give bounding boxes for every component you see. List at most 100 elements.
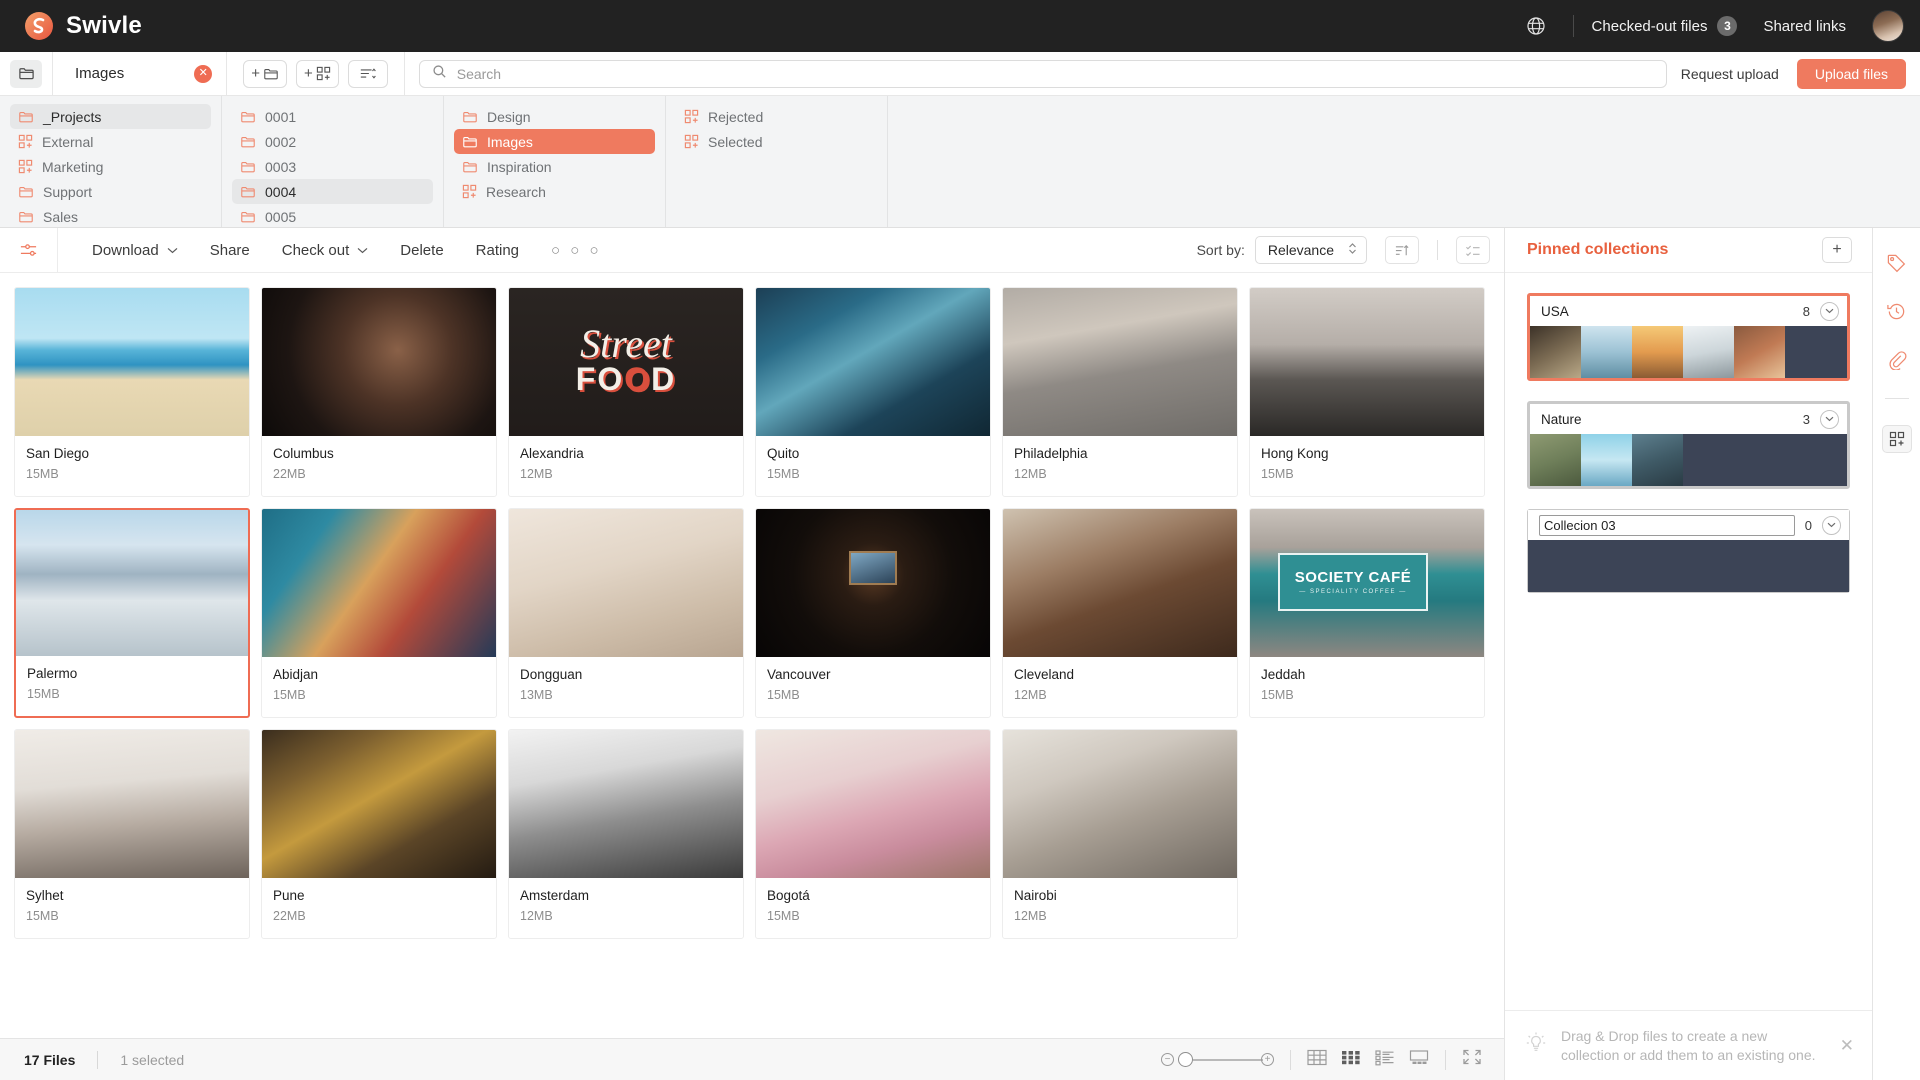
file-card[interactable]: Sylhet15MB bbox=[14, 729, 250, 939]
zoom-out-icon[interactable]: − bbox=[1161, 1053, 1174, 1066]
brand[interactable]: Swivle bbox=[24, 11, 142, 41]
tree-item-0005[interactable]: 0005 bbox=[232, 204, 433, 228]
search-input[interactable] bbox=[457, 66, 1654, 82]
collection-card[interactable]: Nature3 bbox=[1527, 401, 1850, 489]
file-card[interactable]: Philadelphia12MB bbox=[1002, 287, 1238, 497]
filter-icon[interactable] bbox=[0, 228, 58, 273]
upload-files-button[interactable]: Upload files bbox=[1797, 59, 1906, 89]
action-check-out[interactable]: Check out bbox=[266, 242, 385, 259]
tree-item-0004[interactable]: 0004 bbox=[232, 179, 433, 204]
fullscreen-icon[interactable] bbox=[1462, 1048, 1482, 1071]
tree-item-marketing[interactable]: Marketing bbox=[10, 154, 211, 179]
shared-links-link[interactable]: Shared links bbox=[1763, 18, 1846, 35]
file-card[interactable]: SOCIETY CAFÉ— SPECIALITY COFFEE —Jeddah1… bbox=[1249, 508, 1485, 718]
status-divider-2 bbox=[1445, 1050, 1446, 1070]
collection-card[interactable]: USA8 bbox=[1527, 293, 1850, 381]
collection-thumbnail bbox=[1632, 326, 1683, 378]
action-delete[interactable]: Delete bbox=[384, 242, 459, 259]
tree-item-rejected[interactable]: Rejected bbox=[676, 104, 877, 129]
collection-card[interactable]: 0 bbox=[1527, 509, 1850, 593]
file-meta: Pune22MB bbox=[262, 878, 496, 938]
zoom-slider-track[interactable] bbox=[1193, 1059, 1263, 1061]
tree-item-selected[interactable]: Selected bbox=[676, 129, 877, 154]
single-view-icon[interactable] bbox=[1409, 1049, 1429, 1071]
collection-name: USA bbox=[1541, 304, 1793, 319]
folder-panel-toggle[interactable] bbox=[10, 60, 42, 88]
file-card[interactable]: Dongguan13MB bbox=[508, 508, 744, 718]
file-title: Hong Kong bbox=[1261, 445, 1473, 463]
file-card[interactable]: Vancouver15MB bbox=[755, 508, 991, 718]
breadcrumb[interactable]: Images ✕ bbox=[53, 52, 226, 96]
file-grid-scroll[interactable]: San Diego15MBColumbus22MBStreetFOODAlexa… bbox=[0, 273, 1504, 1038]
file-title: Dongguan bbox=[520, 666, 732, 684]
tree-item-0003[interactable]: 0003 bbox=[232, 154, 433, 179]
collection-name-input[interactable] bbox=[1539, 515, 1795, 536]
file-card[interactable]: San Diego15MB bbox=[14, 287, 250, 497]
file-thumbnail bbox=[262, 288, 496, 436]
tree-item-projects[interactable]: _Projects bbox=[10, 104, 211, 129]
chevron-down-icon[interactable] bbox=[1820, 410, 1839, 429]
tree-item-sales[interactable]: Sales bbox=[10, 204, 211, 228]
tree-item-label: Selected bbox=[708, 134, 762, 150]
add-collection-icon[interactable] bbox=[1882, 425, 1912, 453]
file-card[interactable]: Pune22MB bbox=[261, 729, 497, 939]
tree-item-inspiration[interactable]: Inspiration bbox=[454, 154, 655, 179]
tree-item-research[interactable]: Research bbox=[454, 179, 655, 204]
zoom-slider[interactable]: − + bbox=[1161, 1052, 1274, 1067]
pinned-collections-header: Pinned collections + bbox=[1505, 228, 1872, 273]
file-card[interactable]: Amsterdam12MB bbox=[508, 729, 744, 939]
action-share[interactable]: Share bbox=[194, 242, 266, 259]
add-collection-button[interactable]: + bbox=[296, 60, 339, 88]
list-view-icon[interactable] bbox=[1375, 1049, 1395, 1071]
attachment-icon[interactable] bbox=[1884, 346, 1910, 372]
sort-list-button[interactable] bbox=[348, 60, 388, 88]
checklist-icon[interactable] bbox=[1456, 236, 1490, 264]
close-icon[interactable]: ✕ bbox=[194, 65, 212, 83]
more-actions-button[interactable]: ○ ○ ○ bbox=[535, 242, 618, 259]
tree-item-images[interactable]: Images bbox=[454, 129, 655, 154]
tag-icon[interactable] bbox=[1884, 250, 1910, 276]
file-card[interactable]: StreetFOODAlexandria12MB bbox=[508, 287, 744, 497]
file-card[interactable]: Abidjan15MB bbox=[261, 508, 497, 718]
avatar[interactable] bbox=[1872, 10, 1904, 42]
file-card[interactable]: Quito15MB bbox=[755, 287, 991, 497]
add-collection-button-panel[interactable]: + bbox=[1822, 237, 1852, 263]
folder-icon bbox=[462, 159, 478, 175]
file-card[interactable]: Palermo15MB bbox=[14, 508, 250, 718]
file-meta: Jeddah15MB bbox=[1250, 657, 1484, 717]
tree-item-external[interactable]: External bbox=[10, 129, 211, 154]
history-icon[interactable] bbox=[1884, 298, 1910, 324]
folder-icon bbox=[240, 159, 256, 175]
chevron-down-icon[interactable] bbox=[1820, 302, 1839, 321]
file-meta: San Diego15MB bbox=[15, 436, 249, 496]
file-card[interactable]: Hong Kong15MB bbox=[1249, 287, 1485, 497]
add-folder-button[interactable]: + bbox=[243, 60, 287, 88]
file-card[interactable]: Bogotá15MB bbox=[755, 729, 991, 939]
tree-item-0001[interactable]: 0001 bbox=[232, 104, 433, 129]
search-box[interactable] bbox=[419, 60, 1667, 88]
globe-icon[interactable] bbox=[1517, 7, 1555, 45]
file-size: 15MB bbox=[1261, 686, 1473, 704]
tree-column-1: _ProjectsExternalMarketingSupportSales bbox=[0, 96, 222, 227]
file-card[interactable]: Cleveland12MB bbox=[1002, 508, 1238, 718]
tree-item-support[interactable]: Support bbox=[10, 179, 211, 204]
file-card[interactable]: Columbus22MB bbox=[261, 287, 497, 497]
file-thumbnail bbox=[16, 510, 248, 656]
zoom-slider-knob[interactable] bbox=[1178, 1052, 1193, 1067]
sort-select[interactable]: Relevance bbox=[1255, 236, 1367, 264]
chevron-down-icon[interactable] bbox=[1822, 516, 1841, 535]
sort-ascending-icon[interactable] bbox=[1385, 236, 1419, 264]
zoom-in-icon[interactable]: + bbox=[1261, 1053, 1274, 1066]
file-meta: Nairobi12MB bbox=[1003, 878, 1237, 938]
large-grid-view-icon[interactable] bbox=[1307, 1049, 1327, 1071]
checked-out-files-link[interactable]: Checked-out files 3 bbox=[1592, 16, 1738, 36]
request-upload-link[interactable]: Request upload bbox=[1681, 66, 1779, 82]
tree-item-design[interactable]: Design bbox=[454, 104, 655, 129]
close-icon[interactable]: ✕ bbox=[1840, 1036, 1854, 1056]
file-size: 15MB bbox=[26, 465, 238, 483]
tree-item-0002[interactable]: 0002 bbox=[232, 129, 433, 154]
file-card[interactable]: Nairobi12MB bbox=[1002, 729, 1238, 939]
small-grid-view-icon[interactable] bbox=[1341, 1049, 1361, 1071]
action-rating[interactable]: Rating bbox=[460, 242, 535, 259]
action-download[interactable]: Download bbox=[76, 242, 194, 259]
